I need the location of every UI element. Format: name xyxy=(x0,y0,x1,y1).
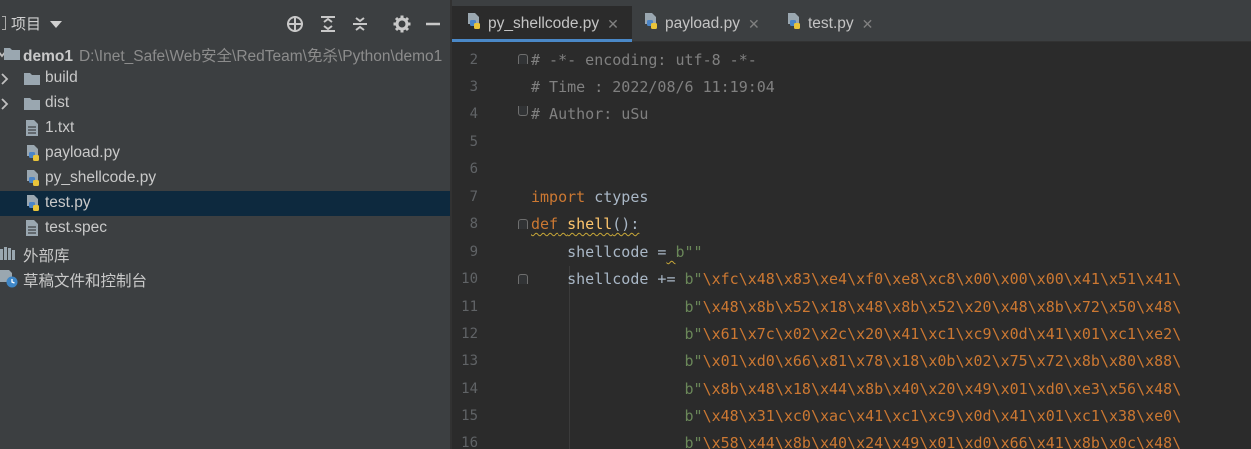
fold-marker[interactable] xyxy=(518,274,528,284)
tab-payload-py[interactable]: payload.py ✕ xyxy=(642,6,772,42)
python-file-icon xyxy=(642,13,659,35)
tab-label: py_shellcode.py xyxy=(488,15,600,32)
tree-item-label: demo1 D:\Inet_Safe\Web安全\RedTeam\免杀\Pytho… xyxy=(23,44,442,66)
chevron-right-icon[interactable] xyxy=(0,97,10,111)
library-icon xyxy=(0,246,18,265)
tree-item-label: 草稿文件和控制台 xyxy=(23,273,148,290)
tree-item-build[interactable]: build xyxy=(0,66,450,91)
line-number: 14 xyxy=(461,381,478,397)
fold-marker[interactable] xyxy=(518,219,528,229)
gear-icon xyxy=(393,15,411,33)
settings-button[interactable] xyxy=(391,13,413,35)
line-number: 2 xyxy=(469,52,478,68)
editor-area: py_shellcode.py ✕ payload.py ✕ test.py ✕… xyxy=(452,0,1251,449)
python-file-icon xyxy=(24,145,41,167)
folder-icon xyxy=(4,46,20,65)
code-line: b"\x01\xd0\x66\x81\x78\x18\x0b\x02\x75\x… xyxy=(684,352,1182,370)
project-panel-header: 项目 xyxy=(0,6,450,40)
code-line: # Time : 2022/08/6 11:19:04 xyxy=(531,78,775,96)
tree-item-dist[interactable]: dist xyxy=(0,91,450,116)
tree-item-label: py_shellcode.py xyxy=(45,169,157,186)
close-icon[interactable]: ✕ xyxy=(607,16,619,33)
tree-item-label: payload.py xyxy=(45,144,120,161)
python-file-icon xyxy=(785,13,802,35)
project-view-selector[interactable]: 项目 xyxy=(2,10,63,36)
tree-item-label: test.py xyxy=(45,194,91,211)
tree-item-1-txt[interactable]: 1.txt xyxy=(0,116,450,141)
collapse-all-icon xyxy=(353,17,367,31)
fold-marker[interactable] xyxy=(518,54,528,64)
chevron-right-icon[interactable] xyxy=(0,72,10,86)
line-number: 13 xyxy=(461,353,478,369)
line-number: 16 xyxy=(461,435,478,449)
tree-item-test-py[interactable]: test.py xyxy=(0,191,450,216)
project-name: demo1 xyxy=(23,48,73,65)
collapse-all-button[interactable] xyxy=(349,13,371,35)
close-icon[interactable]: ✕ xyxy=(748,16,760,33)
python-file-icon xyxy=(465,13,482,35)
tab-label: test.py xyxy=(808,15,854,32)
editor-tab-bar: py_shellcode.py ✕ payload.py ✕ test.py ✕ xyxy=(452,6,1251,42)
close-icon[interactable]: ✕ xyxy=(862,16,874,33)
project-tool-window: 项目 demo1 D:\Inet_Safe\Web安全\RedTeam\免杀\P… xyxy=(0,0,450,449)
code-line-import: import ctypes xyxy=(531,188,649,206)
code-line-assign: shellcode = b"" xyxy=(531,243,703,261)
code-line: # Author: uSu xyxy=(531,105,649,123)
code-line: b"\x48\x8b\x52\x18\x48\x8b\x52\x20\x48\x… xyxy=(684,298,1182,316)
tree-item-scratches-and-consoles[interactable]: 草稿文件和控制台 xyxy=(0,266,450,291)
code-line: b"\x58\x44\x8b\x40\x24\x49\x01\xd0\x66\x… xyxy=(684,434,1182,449)
code-line: b"\x61\x7c\x02\x2c\x20\x41\xc1\xc9\x0d\x… xyxy=(684,325,1182,343)
line-number: 4 xyxy=(469,106,478,122)
tree-item-test-spec[interactable]: test.spec xyxy=(0,216,450,241)
project-path: D:\Inet_Safe\Web安全\RedTeam\免杀\Python\dem… xyxy=(78,48,443,65)
line-number: 11 xyxy=(461,299,478,315)
tab-label: payload.py xyxy=(665,15,740,32)
text-file-icon xyxy=(26,220,38,241)
expand-all-button[interactable] xyxy=(317,13,339,35)
tree-item-label: 外部库 xyxy=(23,248,70,265)
code-line-def: def shell(): xyxy=(531,215,640,233)
tree-item-py-shellcode-py[interactable]: py_shellcode.py xyxy=(0,166,450,191)
folder-icon xyxy=(24,71,40,90)
code-line: b"\x48\x31\xc0\xac\x41\xc1\xc9\x0d\x41\x… xyxy=(684,407,1182,425)
code-editor[interactable]: 2 # -*- encoding: utf-8 -*- 3 # Time : 2… xyxy=(452,42,1251,449)
panel-tab-icon xyxy=(2,16,6,30)
line-number: 6 xyxy=(469,161,478,177)
scratches-icon xyxy=(0,270,19,293)
line-number: 7 xyxy=(469,189,478,205)
code-line: # -*- encoding: utf-8 -*- xyxy=(531,51,757,69)
tab-test-py[interactable]: test.py ✕ xyxy=(785,6,895,42)
text-file-icon xyxy=(26,120,38,141)
tab-py-shellcode-py[interactable]: py_shellcode.py ✕ xyxy=(452,6,632,42)
minimize-icon xyxy=(426,22,440,26)
tree-item-label: 1.txt xyxy=(45,119,75,136)
hide-panel-button[interactable] xyxy=(422,13,444,35)
line-number: 5 xyxy=(469,134,478,150)
tree-item-label: test.spec xyxy=(45,219,108,236)
line-number: 12 xyxy=(461,326,478,342)
expand-all-icon xyxy=(321,16,335,32)
locate-file-button[interactable] xyxy=(284,13,306,35)
python-file-icon xyxy=(24,195,41,217)
code-line: shellcode += b"\xfc\x48\x83\xe4\xf0\xe8\… xyxy=(531,270,1182,288)
fold-marker[interactable] xyxy=(518,106,528,116)
crosshair-icon xyxy=(287,16,303,32)
tree-item-label: dist xyxy=(45,94,70,111)
line-number: 15 xyxy=(461,408,478,424)
chevron-down-icon xyxy=(50,20,63,28)
project-panel-title: 项目 xyxy=(11,15,42,33)
tree-item-label: build xyxy=(45,69,78,86)
folder-icon xyxy=(24,96,40,115)
line-number: 10 xyxy=(461,271,478,287)
tree-item-payload-py[interactable]: payload.py xyxy=(0,141,450,166)
line-number: 3 xyxy=(469,79,478,95)
line-number: 9 xyxy=(469,244,478,260)
python-file-icon xyxy=(24,170,41,192)
tree-item-demo1[interactable]: demo1 D:\Inet_Safe\Web安全\RedTeam\免杀\Pytho… xyxy=(0,41,450,66)
line-number: 8 xyxy=(469,216,478,232)
code-line: b"\x8b\x48\x18\x44\x8b\x40\x20\x49\x01\x… xyxy=(684,380,1182,398)
tree-item-external-libraries[interactable]: 外部库 xyxy=(0,241,450,266)
